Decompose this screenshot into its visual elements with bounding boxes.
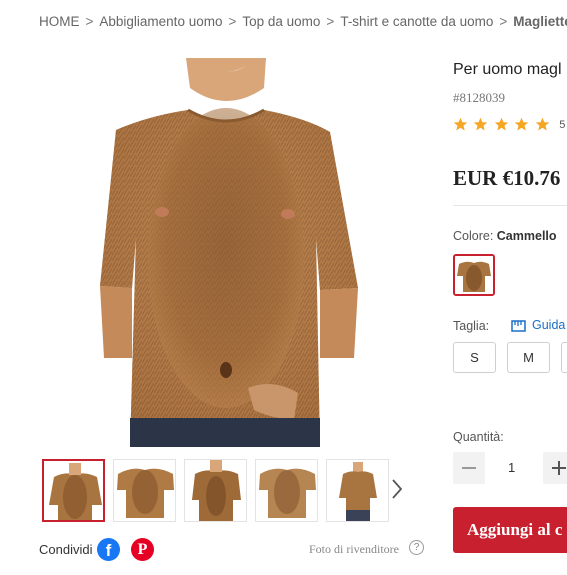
- breadcrumb-separator: >: [326, 13, 335, 29]
- quantity-value[interactable]: 1: [508, 460, 515, 475]
- quantity-increase-button[interactable]: [543, 452, 567, 484]
- size-option-partial[interactable]: [561, 342, 567, 373]
- main-product-image[interactable]: [58, 58, 397, 447]
- breadcrumb-mens-clothing[interactable]: Abbigliamento uomo: [99, 14, 222, 29]
- breadcrumb-separator: >: [85, 13, 94, 29]
- seller-photo-label: Foto di rivenditore: [309, 542, 399, 556]
- color-label: Colore:: [453, 229, 494, 243]
- product-price: EUR €10.76: [453, 166, 561, 190]
- color-value: Cammello: [496, 229, 557, 243]
- breadcrumb-mens-tops[interactable]: Top da uomo: [242, 14, 320, 29]
- rating-stars[interactable]: 5: [453, 116, 567, 134]
- thumbnail-5[interactable]: [326, 459, 389, 522]
- share-label: Condividi: [39, 542, 93, 557]
- size-guide-label: Guida: [532, 318, 566, 332]
- product-sku: #8128039: [453, 90, 505, 105]
- review-count[interactable]: 5: [559, 119, 565, 131]
- quantity-decrease-button[interactable]: [453, 452, 485, 484]
- breadcrumb-current: Magliette grafich: [513, 13, 567, 29]
- size-label: Taglia:: [453, 319, 490, 333]
- star-icon: [494, 118, 509, 131]
- thumbnail-strip: [42, 459, 442, 522]
- chevron-right-icon[interactable]: [389, 474, 405, 504]
- thumbnail-2[interactable]: [113, 459, 176, 522]
- quantity-label: Quantità:: [453, 430, 504, 444]
- breadcrumb-home[interactable]: HOME: [39, 14, 80, 29]
- ruler-icon: [511, 319, 526, 332]
- thumbnail-3[interactable]: [184, 459, 247, 522]
- breadcrumb: HOME > Abbigliamento uomo > Top da uomo > T-sh…: [39, 13, 567, 31]
- breadcrumb-separator: >: [499, 13, 508, 29]
- facebook-icon[interactable]: f: [97, 538, 120, 561]
- breadcrumb-separator: >: [228, 13, 237, 29]
- product-title: Per uomo magl: [453, 61, 562, 78]
- star-icon: [535, 118, 550, 131]
- share-row: Condividi f P Foto di rivenditore ?: [39, 538, 439, 562]
- pinterest-icon[interactable]: P: [131, 538, 154, 561]
- size-guide-link[interactable]: Guida: [511, 318, 565, 332]
- size-option-m[interactable]: M: [507, 342, 550, 373]
- divider: [453, 205, 567, 206]
- breadcrumb-tshirts[interactable]: T-shirt e canotte da uomo: [340, 14, 493, 29]
- thumbnail-1[interactable]: [42, 459, 105, 522]
- star-icon: [474, 118, 488, 131]
- thumbnail-4[interactable]: [255, 459, 318, 522]
- star-icon: [515, 118, 529, 131]
- help-icon[interactable]: ?: [409, 540, 424, 555]
- star-icon: [453, 118, 468, 131]
- color-swatch-selected[interactable]: [453, 254, 495, 296]
- size-option-s[interactable]: S: [453, 342, 496, 373]
- color-row: Colore: Cammello: [453, 229, 557, 243]
- add-to-cart-button[interactable]: Aggiungi al c: [453, 507, 567, 553]
